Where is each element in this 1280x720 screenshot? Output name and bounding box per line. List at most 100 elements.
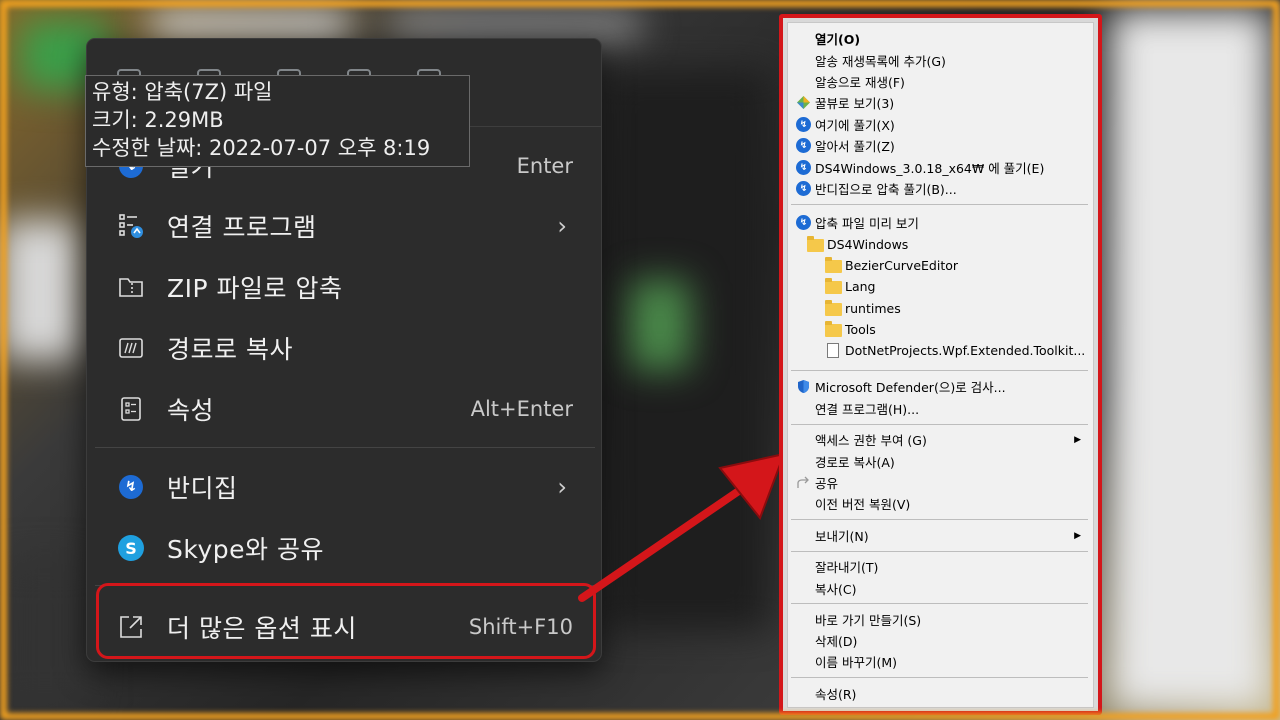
tooltip-type: 유형: 압축(7Z) 파일 xyxy=(92,80,273,104)
bg-blob xyxy=(150,10,350,40)
separator xyxy=(791,519,1088,520)
bandizip-logo: ↯ xyxy=(119,475,143,499)
classic-item-rename[interactable]: 이름 바꾸기(M) xyxy=(788,651,1093,672)
classic-item-label: DS4Windows_3.0.18_x64₩ 에 풀기(E) xyxy=(815,161,1045,176)
separator xyxy=(791,370,1088,371)
menu-item-properties[interactable]: 속성 Alt+Enter xyxy=(101,380,587,438)
classic-item-restore-previous[interactable]: 이전 버전 복원(V) xyxy=(788,493,1093,514)
classic-item-label: 열기(O) xyxy=(815,32,861,47)
classic-item-label: 이름 바꾸기(M) xyxy=(815,655,898,670)
tree-item-label: DS4Windows xyxy=(827,237,909,252)
tooltip-size: 크기: 2.29MB xyxy=(92,108,224,132)
classic-item-label: 알송 재생목록에 추가(G) xyxy=(815,54,946,69)
shortcut-text: Enter xyxy=(516,154,573,178)
classic-item-open[interactable]: 열기(O) xyxy=(788,28,1093,49)
classic-item-add-playlist[interactable]: 알송 재생목록에 추가(G) xyxy=(788,50,1093,71)
share-icon xyxy=(796,475,811,490)
classic-item-preview[interactable]: ↯ 압축 파일 미리 보기 xyxy=(788,212,1093,233)
classic-item-label: 보내기(N) xyxy=(815,529,869,544)
classic-item-create-shortcut[interactable]: 바로 가기 만들기(S) xyxy=(788,609,1093,630)
separator xyxy=(791,603,1088,604)
menu-item-copy-path[interactable]: 경로로 복사 xyxy=(101,319,587,377)
file-info-tooltip: 유형: 압축(7Z) 파일 크기: 2.29MB 수정한 날짜: 2022-07… xyxy=(85,75,470,167)
classic-item-label: 연결 프로그램(H)... xyxy=(815,402,920,417)
menu-item-label: Skype와 공유 xyxy=(167,535,324,564)
classic-item-label: 꿀뷰로 보기(3) xyxy=(815,96,895,111)
red-arrow xyxy=(578,452,786,602)
menu-item-skype-share[interactable]: S Skype와 공유 xyxy=(101,519,587,577)
submenu-arrow-icon: ▶ xyxy=(1074,530,1081,541)
tree-item-label: DotNetProjects.Wpf.Extended.Toolkit... xyxy=(845,343,1086,358)
skype-logo: S xyxy=(118,535,144,561)
menu-item-label: 속성 xyxy=(167,396,215,425)
classic-item-extract-here[interactable]: ↯ 여기에 풀기(X) xyxy=(788,114,1093,135)
bg-blob xyxy=(0,560,90,710)
properties-icon xyxy=(117,395,145,423)
menu-item-open-with[interactable]: 연결 프로그램 › xyxy=(101,197,587,255)
tree-item-label: Lang xyxy=(845,279,876,294)
shortcut-text: Alt+Enter xyxy=(470,397,573,421)
classic-item-label: 액세스 권한 부여 (G) xyxy=(815,433,927,448)
classic-item-label: 복사(C) xyxy=(815,582,857,597)
classic-item-label: 잘라내기(T) xyxy=(815,560,879,575)
tree-child-folder[interactable]: runtimes xyxy=(788,298,1093,319)
chevron-right-icon: › xyxy=(557,212,567,240)
bandizip-icon: ↯ xyxy=(796,215,811,230)
classic-item-send-to[interactable]: 보내기(N) ▶ xyxy=(788,525,1093,546)
bandizip-icon: ↯ xyxy=(117,473,145,501)
bg-blob xyxy=(630,280,690,370)
classic-context-menu: 열기(O) 알송 재생목록에 추가(G) 알송으로 재생(F) 꿀뷰로 보기(3… xyxy=(787,22,1094,708)
bandizip-icon: ↯ xyxy=(796,117,811,132)
classic-item-label: 경로로 복사(A) xyxy=(815,455,895,470)
highlight-box xyxy=(96,583,596,659)
classic-item-extract-smart[interactable]: ↯ 알아서 풀기(Z) xyxy=(788,135,1093,156)
bandizip-icon: ↯ xyxy=(796,181,811,196)
tree-child-folder[interactable]: Lang xyxy=(788,276,1093,297)
separator xyxy=(791,424,1088,425)
classic-item-defender[interactable]: Microsoft Defender(으)로 검사... xyxy=(788,376,1093,397)
classic-item-cut[interactable]: 잘라내기(T) xyxy=(788,556,1093,577)
tooltip-modified: 수정한 날짜: 2022-07-07 오후 8:19 xyxy=(92,136,431,160)
tree-item-label: Tools xyxy=(845,322,876,337)
separator xyxy=(791,551,1088,552)
folder-icon xyxy=(807,236,824,252)
folder-icon xyxy=(825,278,842,294)
tree-root-folder[interactable]: DS4Windows xyxy=(788,234,1093,255)
separator xyxy=(95,447,595,448)
classic-item-properties[interactable]: 속성(R) xyxy=(788,683,1093,704)
menu-item-bandizip[interactable]: ↯ 반디집 › xyxy=(101,458,587,516)
classic-item-label: 삭제(D) xyxy=(815,634,858,649)
classic-item-label: Microsoft Defender(으)로 검사... xyxy=(815,380,1006,395)
folder-icon xyxy=(825,257,842,273)
classic-item-play-alsong[interactable]: 알송으로 재생(F) xyxy=(788,71,1093,92)
classic-item-copy-path[interactable]: 경로로 복사(A) xyxy=(788,451,1093,472)
tree-child-file[interactable]: DotNetProjects.Wpf.Extended.Toolkit... xyxy=(788,340,1093,361)
classic-item-copy[interactable]: 복사(C) xyxy=(788,578,1093,599)
bandizip-icon: ↯ xyxy=(796,138,811,153)
classic-item-label: 알아서 풀기(Z) xyxy=(815,139,895,154)
classic-item-extract-folder[interactable]: ↯ DS4Windows_3.0.18_x64₩ 에 풀기(E) xyxy=(788,157,1093,178)
classic-item-extract-bandizip[interactable]: ↯ 반디집으로 압축 풀기(B)... xyxy=(788,178,1093,199)
classic-item-open-with[interactable]: 연결 프로그램(H)... xyxy=(788,398,1093,419)
tree-item-label: runtimes xyxy=(845,301,901,316)
classic-item-honeyview[interactable]: 꿀뷰로 보기(3) xyxy=(788,92,1093,113)
tree-child-folder[interactable]: BezierCurveEditor xyxy=(788,255,1093,276)
classic-item-give-access[interactable]: 액세스 권한 부여 (G) ▶ xyxy=(788,429,1093,450)
menu-item-label: 경로로 복사 xyxy=(167,335,293,364)
classic-item-label: 이전 버전 복원(V) xyxy=(815,497,911,512)
classic-item-delete[interactable]: 삭제(D) xyxy=(788,630,1093,651)
menu-item-zip-compress[interactable]: ZIP 파일로 압축 xyxy=(101,258,587,316)
folder-icon xyxy=(825,321,842,337)
honeyview-icon xyxy=(796,95,811,110)
copy-path-icon xyxy=(117,334,145,362)
separator xyxy=(791,677,1088,678)
tree-child-folder[interactable]: Tools xyxy=(788,319,1093,340)
classic-item-label: 속성(R) xyxy=(815,687,857,702)
file-icon xyxy=(827,343,839,358)
bg-blob xyxy=(390,10,640,40)
classic-item-label: 반디집으로 압축 풀기(B)... xyxy=(815,182,957,197)
classic-item-label: 바로 가기 만들기(S) xyxy=(815,613,922,628)
classic-item-share[interactable]: 공유 xyxy=(788,472,1093,493)
classic-item-label: 공유 xyxy=(815,476,839,491)
separator xyxy=(791,204,1088,205)
